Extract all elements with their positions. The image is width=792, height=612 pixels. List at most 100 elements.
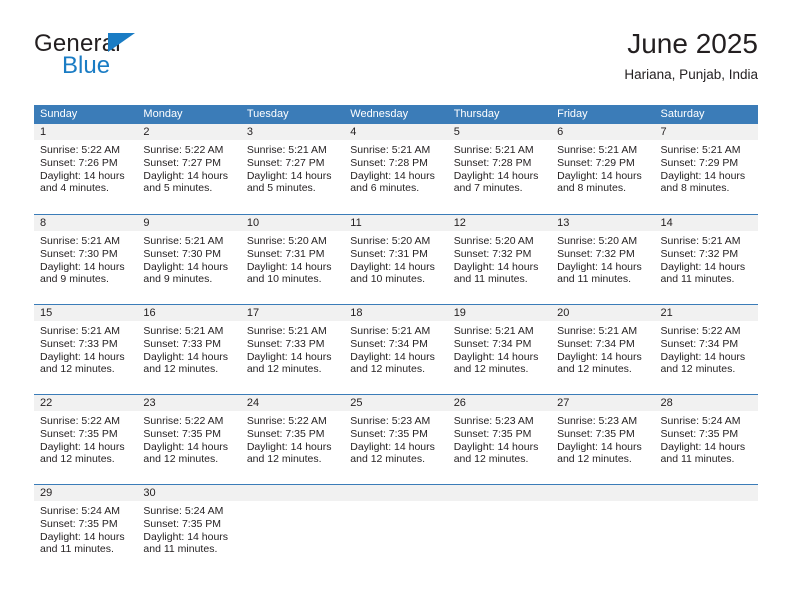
daylight-text-line2: and 12 minutes. [350,453,425,466]
general-blue-logo[interactable]: General Blue [34,28,234,92]
daylight-text-line1: Daylight: 14 hours [143,260,229,273]
day-cell[interactable]: 28 Sunrise: 5:24 AM Sunset: 7:35 PM Dayl… [654,395,758,484]
daylight-text-line1: Daylight: 14 hours [453,169,539,182]
day-cell[interactable]: 27 Sunrise: 5:23 AM Sunset: 7:35 PM Dayl… [551,395,655,484]
day-details: Sunrise: 5:21 AM Sunset: 7:32 PM Dayligh… [655,231,758,286]
day-number [551,485,655,501]
day-number: 22 [34,395,138,411]
day-cell[interactable]: 5 Sunrise: 5:21 AM Sunset: 7:28 PM Dayli… [447,124,552,214]
day-cell[interactable]: 6 Sunrise: 5:21 AM Sunset: 7:29 PM Dayli… [551,124,655,214]
day-number: 14 [654,215,758,231]
day-cell-empty [240,485,345,574]
day-number: 19 [447,305,552,321]
day-details: Sunrise: 5:21 AM Sunset: 7:33 PM Dayligh… [241,321,344,376]
day-cell[interactable]: 11 Sunrise: 5:20 AM Sunset: 7:31 PM Dayl… [344,215,448,304]
sunrise-text: Sunrise: 5:22 AM [40,415,120,427]
day-cell[interactable]: 9 Sunrise: 5:21 AM Sunset: 7:30 PM Dayli… [137,215,241,304]
day-details: Sunrise: 5:21 AM Sunset: 7:34 PM Dayligh… [448,321,551,376]
day-cell[interactable]: 16 Sunrise: 5:21 AM Sunset: 7:33 PM Dayl… [137,305,241,394]
day-cell[interactable]: 21 Sunrise: 5:22 AM Sunset: 7:34 PM Dayl… [654,305,758,394]
sunset-text: Sunset: 7:30 PM [40,247,118,260]
sunrise-text: Sunrise: 5:22 AM [143,415,224,427]
sunrise-text: Sunrise: 5:21 AM [143,235,224,247]
day-number: 21 [654,305,758,321]
day-cell[interactable]: 23 Sunrise: 5:22 AM Sunset: 7:35 PM Dayl… [137,395,241,484]
daylight-text-line2: and 12 minutes. [557,363,632,376]
daylight-text-line1: Daylight: 14 hours [143,530,229,543]
day-number: 29 [34,485,138,501]
day-number: 13 [551,215,655,231]
daylight-text-line2: and 9 minutes. [40,273,109,286]
day-cell[interactable]: 14 Sunrise: 5:21 AM Sunset: 7:32 PM Dayl… [654,215,758,304]
daylight-text-line2: and 11 minutes. [143,543,218,556]
day-details: Sunrise: 5:21 AM Sunset: 7:29 PM Dayligh… [655,140,758,195]
day-cell[interactable]: 19 Sunrise: 5:21 AM Sunset: 7:34 PM Dayl… [447,305,552,394]
daylight-text-line2: and 12 minutes. [453,363,529,376]
day-number: 10 [240,215,345,231]
weekday-header-tuesday: Tuesday [246,108,289,120]
daylight-text-line1: Daylight: 14 hours [557,440,642,453]
day-cell[interactable]: 12 Sunrise: 5:20 AM Sunset: 7:32 PM Dayl… [447,215,552,304]
day-details: Sunrise: 5:22 AM Sunset: 7:35 PM Dayligh… [241,411,344,466]
week-row: 8 Sunrise: 5:21 AM Sunset: 7:30 PM Dayli… [34,214,758,304]
daylight-text-line1: Daylight: 14 hours [40,260,125,273]
logo-triangle-icon [108,33,135,52]
sunrise-text: Sunrise: 5:22 AM [143,144,224,156]
day-cell[interactable]: 17 Sunrise: 5:21 AM Sunset: 7:33 PM Dayl… [240,305,345,394]
day-cell[interactable]: 24 Sunrise: 5:22 AM Sunset: 7:35 PM Dayl… [240,395,345,484]
daylight-text-line1: Daylight: 14 hours [246,440,332,453]
daylight-text-line2: and 11 minutes. [40,543,114,556]
day-number: 18 [344,305,448,321]
page-title: June 2025 [627,28,758,59]
day-cell[interactable]: 13 Sunrise: 5:20 AM Sunset: 7:32 PM Dayl… [551,215,655,304]
day-number: 11 [344,215,448,231]
sunrise-text: Sunrise: 5:21 AM [40,235,120,247]
sunrise-text: Sunrise: 5:21 AM [453,144,534,156]
day-number: 12 [447,215,552,231]
daylight-text-line2: and 10 minutes. [350,273,425,286]
day-details: Sunrise: 5:20 AM Sunset: 7:32 PM Dayligh… [551,231,654,286]
day-cell[interactable]: 25 Sunrise: 5:23 AM Sunset: 7:35 PM Dayl… [344,395,448,484]
day-cell[interactable]: 26 Sunrise: 5:23 AM Sunset: 7:35 PM Dayl… [447,395,552,484]
day-cell[interactable]: 4 Sunrise: 5:21 AM Sunset: 7:28 PM Dayli… [344,124,448,214]
day-cell[interactable]: 2 Sunrise: 5:22 AM Sunset: 7:27 PM Dayli… [137,124,241,214]
sunset-text: Sunset: 7:27 PM [246,156,325,169]
week-row: 29 Sunrise: 5:24 AM Sunset: 7:35 PM Dayl… [34,484,758,574]
sunrise-text: Sunrise: 5:24 AM [40,505,120,517]
day-cell[interactable]: 7 Sunrise: 5:21 AM Sunset: 7:29 PM Dayli… [654,124,758,214]
day-cell[interactable]: 10 Sunrise: 5:20 AM Sunset: 7:31 PM Dayl… [240,215,345,304]
day-details: Sunrise: 5:23 AM Sunset: 7:35 PM Dayligh… [448,411,551,466]
sunset-text: Sunset: 7:35 PM [40,427,118,440]
sunset-text: Sunset: 7:33 PM [143,337,222,350]
day-cell[interactable]: 20 Sunrise: 5:21 AM Sunset: 7:34 PM Dayl… [551,305,655,394]
day-cell[interactable]: 18 Sunrise: 5:21 AM Sunset: 7:34 PM Dayl… [344,305,448,394]
sunrise-text: Sunrise: 5:21 AM [453,325,534,337]
day-cell[interactable]: 1 Sunrise: 5:22 AM Sunset: 7:26 PM Dayli… [34,124,138,214]
day-cell[interactable]: 15 Sunrise: 5:21 AM Sunset: 7:33 PM Dayl… [34,305,138,394]
day-details: Sunrise: 5:22 AM Sunset: 7:27 PM Dayligh… [137,140,240,195]
week-row: 1 Sunrise: 5:22 AM Sunset: 7:26 PM Dayli… [34,124,758,214]
sunrise-text: Sunrise: 5:20 AM [557,235,638,247]
day-details: Sunrise: 5:22 AM Sunset: 7:35 PM Dayligh… [137,411,240,466]
sunset-text: Sunset: 7:35 PM [350,427,428,440]
day-details: Sunrise: 5:21 AM Sunset: 7:30 PM Dayligh… [34,231,137,286]
day-details: Sunrise: 5:21 AM Sunset: 7:33 PM Dayligh… [34,321,137,376]
daylight-text-line2: and 11 minutes. [660,453,735,466]
daylight-text-line1: Daylight: 14 hours [246,169,332,182]
sunrise-text: Sunrise: 5:20 AM [453,235,534,247]
day-cell[interactable]: 29 Sunrise: 5:24 AM Sunset: 7:35 PM Dayl… [34,485,138,574]
day-details: Sunrise: 5:20 AM Sunset: 7:32 PM Dayligh… [448,231,551,286]
day-cell[interactable]: 30 Sunrise: 5:24 AM Sunset: 7:35 PM Dayl… [137,485,241,574]
sunset-text: Sunset: 7:32 PM [557,247,635,260]
daylight-text-line1: Daylight: 14 hours [453,440,539,453]
day-number: 26 [447,395,552,411]
daylight-text-line1: Daylight: 14 hours [557,350,642,363]
day-cell[interactable]: 22 Sunrise: 5:22 AM Sunset: 7:35 PM Dayl… [34,395,138,484]
day-cell[interactable]: 8 Sunrise: 5:21 AM Sunset: 7:30 PM Dayli… [34,215,138,304]
day-cell[interactable]: 3 Sunrise: 5:21 AM Sunset: 7:27 PM Dayli… [240,124,345,214]
day-number [654,485,758,501]
weekday-header-row: Sunday Monday Tuesday Wednesday Thursday… [34,105,758,124]
sunrise-text: Sunrise: 5:21 AM [660,235,741,247]
sunrise-text: Sunrise: 5:21 AM [40,325,120,337]
day-details: Sunrise: 5:21 AM Sunset: 7:30 PM Dayligh… [137,231,240,286]
